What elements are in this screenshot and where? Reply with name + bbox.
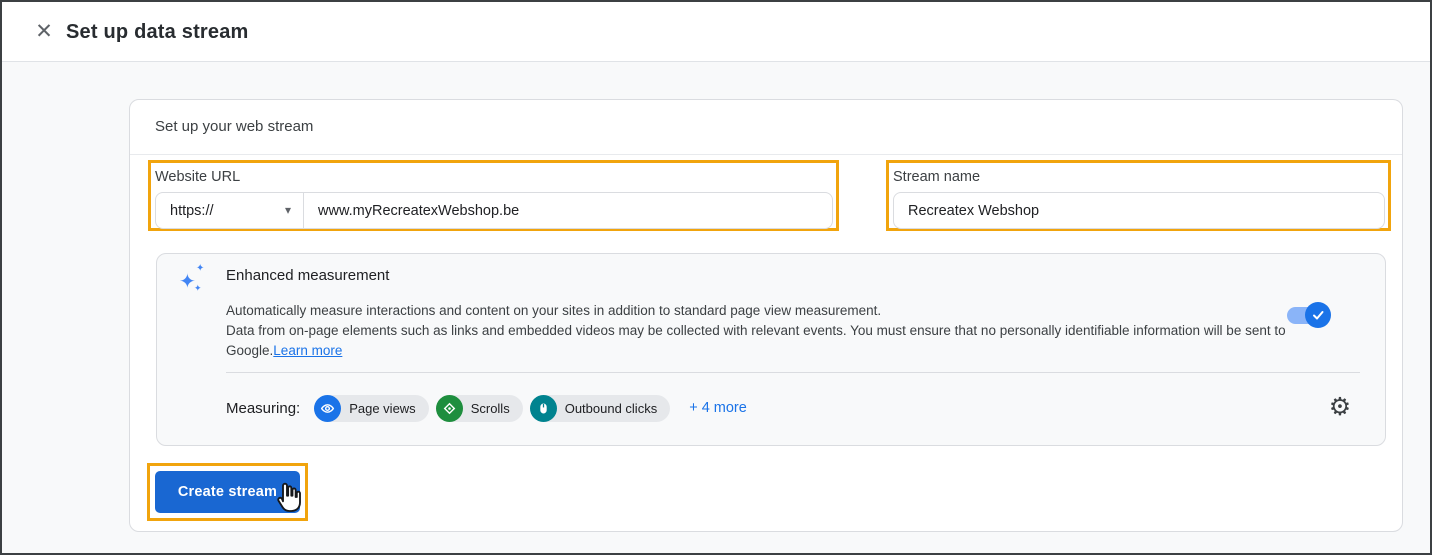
close-icon[interactable]: ✕: [32, 20, 56, 44]
chip-scrolls[interactable]: Scrolls: [436, 395, 523, 422]
learn-more-link[interactable]: Learn more: [273, 343, 342, 358]
dialog-header: ✕ Set up data stream: [2, 2, 1430, 62]
website-url-input-group: https:// ▾: [155, 192, 833, 229]
enhanced-measurement-toggle[interactable]: [1287, 307, 1327, 324]
chip-outbound-clicks[interactable]: Outbound clicks: [530, 395, 671, 422]
mouse-icon: [530, 395, 557, 422]
stream-name-label: Stream name: [893, 169, 980, 185]
description-line-1: Automatically measure interactions and c…: [226, 301, 1286, 321]
enhanced-measurement-description: Automatically measure interactions and c…: [226, 301, 1286, 361]
scrolls-icon: [436, 395, 463, 422]
protocol-value: https://: [170, 203, 214, 219]
chip-label: Page views: [349, 401, 415, 416]
stream-name-input[interactable]: [893, 192, 1385, 229]
toggle-knob-check-icon: [1305, 302, 1331, 328]
gear-icon[interactable]: ⚙: [1325, 392, 1355, 422]
eye-icon: [314, 395, 341, 422]
measuring-label: Measuring:: [226, 400, 300, 417]
more-events-link[interactable]: + 4 more: [689, 400, 747, 416]
chip-label: Outbound clicks: [565, 401, 658, 416]
description-line-3: Google.Learn more: [226, 341, 1286, 361]
website-url-label: Website URL: [155, 169, 240, 185]
card-title: Set up your web stream: [155, 100, 313, 154]
sparkle-icon: ✦ ✦ ✦: [179, 263, 211, 297]
enhanced-measurement-panel: ✦ ✦ ✦ Enhanced measurement Automatically…: [156, 253, 1386, 446]
page-title: Set up data stream: [66, 2, 249, 62]
protocol-select[interactable]: https:// ▾: [156, 193, 304, 228]
chevron-down-icon: ▾: [285, 202, 291, 216]
measuring-row: Measuring: Page views Scrolls: [226, 386, 1360, 430]
card-title-divider: [130, 154, 1402, 155]
website-url-input[interactable]: [304, 193, 832, 228]
chip-label: Scrolls: [471, 401, 510, 416]
measuring-divider: [226, 372, 1360, 373]
dialog-frame: ✕ Set up data stream Set up your web str…: [0, 0, 1432, 555]
create-stream-button[interactable]: Create stream: [155, 471, 300, 513]
description-line-2: Data from on-page elements such as links…: [226, 321, 1286, 341]
enhanced-measurement-title: Enhanced measurement: [226, 267, 389, 284]
description-line-3-prefix: Google.: [226, 343, 273, 358]
chip-page-views[interactable]: Page views: [314, 395, 428, 422]
web-stream-card: Set up your web stream Website URL https…: [129, 99, 1403, 532]
